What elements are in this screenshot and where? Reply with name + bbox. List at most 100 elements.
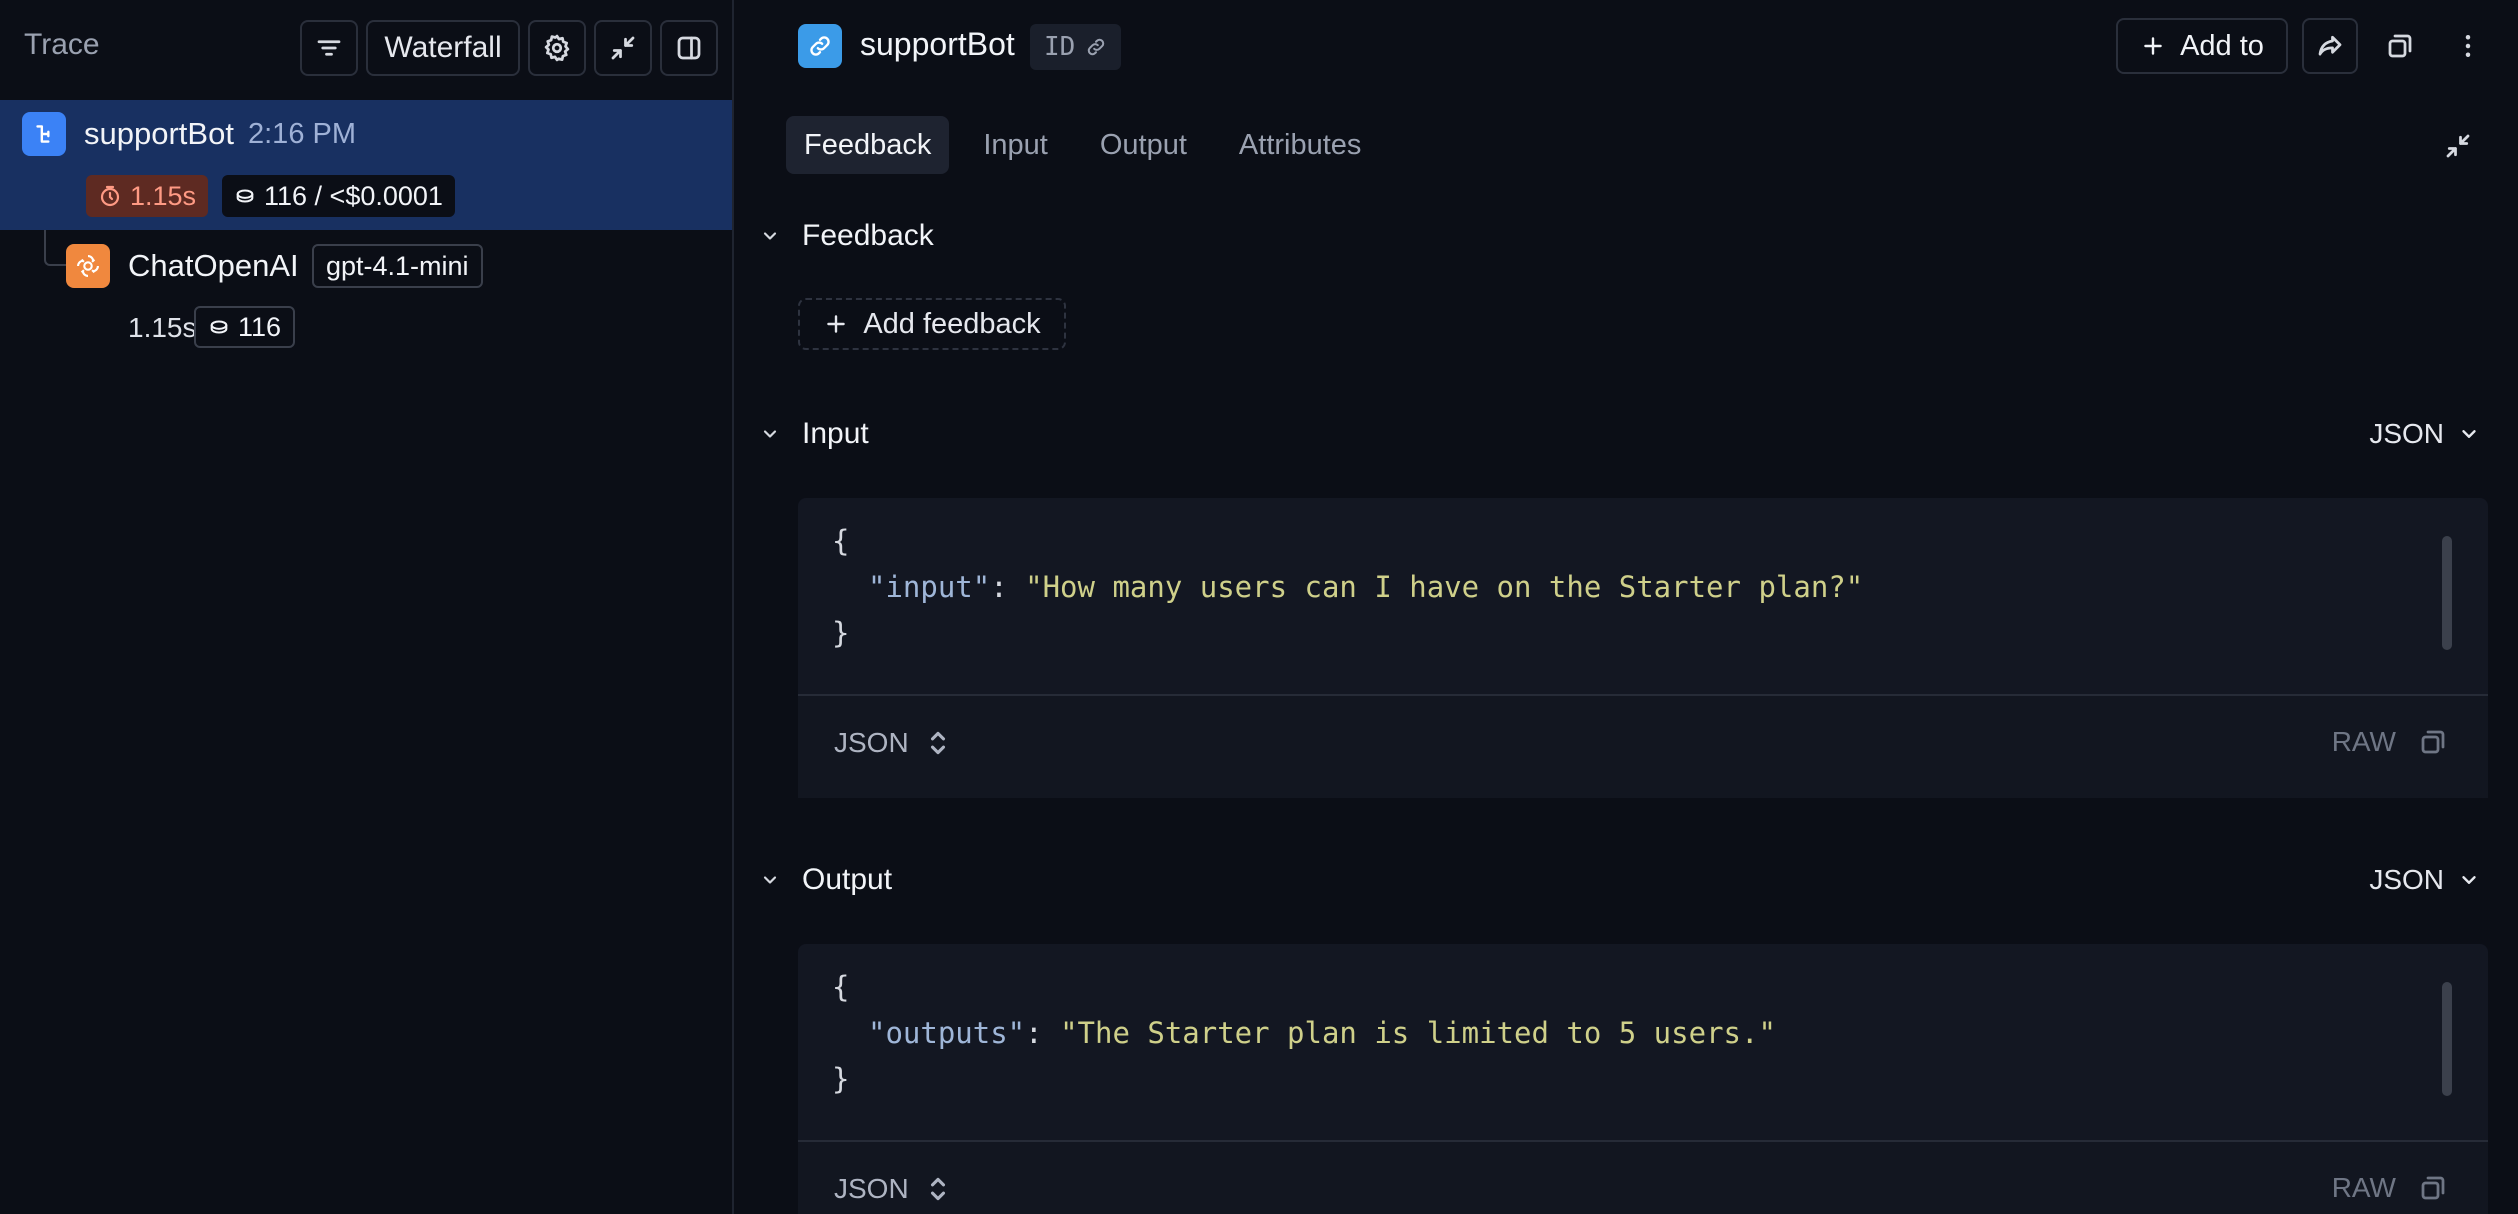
- chevron-down-icon: [2462, 876, 2476, 884]
- plus-icon: [2144, 37, 2162, 55]
- copy-button[interactable]: [2372, 18, 2428, 74]
- latency-value: 1.15s: [130, 180, 197, 211]
- tab-output[interactable]: Output: [1082, 116, 1205, 174]
- add-to-button[interactable]: Add to: [2116, 18, 2288, 74]
- model-badge: gpt-4.1-mini: [312, 244, 483, 288]
- chevron-down-icon: [763, 876, 777, 884]
- settings-button[interactable]: [528, 20, 586, 76]
- add-feedback-label: Add feedback: [863, 307, 1041, 340]
- detail-tabs: Feedback Input Output Attributes: [786, 116, 1395, 174]
- trace-row-supportbot[interactable]: supportBot 2:16 PM 1.15s 116 / <$0.0001: [0, 100, 732, 230]
- copy-id-button[interactable]: ID: [1030, 24, 1122, 70]
- json-key: "input": [868, 570, 991, 604]
- copy-icon[interactable]: [2418, 727, 2448, 757]
- run-name: ChatOpenAI: [128, 248, 299, 283]
- json-open-brace: {: [832, 524, 850, 558]
- run-name: supportBot: [84, 116, 234, 151]
- chevron-up-down-icon: [930, 731, 945, 755]
- chevron-down-icon: [2462, 430, 2476, 438]
- minimize-button[interactable]: [2430, 118, 2486, 174]
- input-section-label: Input: [802, 417, 869, 450]
- run-time: 2:16 PM: [248, 118, 356, 150]
- chevron-down-icon: [763, 430, 777, 438]
- output-format-toggle[interactable]: JSON: [834, 1172, 949, 1206]
- input-section-toggle[interactable]: Input: [760, 414, 869, 454]
- chain-icon: [22, 112, 66, 156]
- json-key: "outputs": [868, 1016, 1026, 1050]
- output-section-toggle[interactable]: Output: [760, 860, 892, 900]
- link-icon: [1088, 38, 1105, 56]
- id-label: ID: [1044, 32, 1076, 62]
- link-icon: [798, 24, 842, 68]
- tokens-cost-badge: 116 / <$0.0001: [222, 175, 455, 217]
- coin-icon: [210, 320, 228, 334]
- feedback-section-label: Feedback: [802, 219, 934, 252]
- output-raw-controls: RAW: [2332, 1172, 2448, 1204]
- output-section-label: Output: [802, 863, 893, 896]
- latency-badge: 1.15s: [86, 175, 209, 217]
- input-footer-format: JSON: [834, 727, 909, 758]
- filter-icon: [317, 40, 341, 56]
- copy-icon: [2388, 34, 2412, 58]
- add-to-label: Add to: [2180, 29, 2264, 62]
- json-line: "outputs": "The Starter plan is limited …: [832, 1010, 2488, 1056]
- coin-icon: [236, 189, 254, 203]
- chevron-up-down-icon: [930, 1177, 945, 1201]
- child-latency: 1.15s: [128, 312, 197, 343]
- input-format-toggle[interactable]: JSON: [834, 726, 949, 760]
- chevron-down-icon: [763, 232, 777, 240]
- openai-icon: [66, 244, 110, 288]
- json-value: "How many users can I have on the Starte…: [1025, 570, 1864, 604]
- json-close-brace: }: [832, 1062, 850, 1096]
- json-colon: :: [990, 570, 1026, 604]
- input-code-footer: JSON RAW: [798, 694, 2488, 798]
- scrollbar-thumb[interactable]: [2442, 982, 2452, 1096]
- output-format-value: JSON: [2369, 864, 2444, 895]
- output-format-select[interactable]: JSON: [2369, 860, 2480, 900]
- filter-button[interactable]: [300, 20, 358, 76]
- waterfall-label: Waterfall: [384, 31, 502, 64]
- json-close-brace: }: [832, 616, 850, 650]
- toggle-sidebar-button[interactable]: [660, 20, 718, 76]
- input-raw-button[interactable]: RAW: [2332, 726, 2396, 758]
- tab-input[interactable]: Input: [965, 116, 1066, 174]
- more-options-button[interactable]: [2440, 18, 2496, 74]
- json-value: "The Starter plan is limited to 5 users.…: [1060, 1016, 1776, 1050]
- trace-title: Trace: [24, 28, 100, 61]
- copy-icon[interactable]: [2418, 1173, 2448, 1203]
- scrollbar-thumb[interactable]: [2442, 536, 2452, 650]
- input-raw-controls: RAW: [2332, 726, 2448, 758]
- gear-icon: [544, 34, 570, 62]
- trace-header: Trace Waterfall: [0, 0, 732, 96]
- json-line: "input": "How many users can I have on t…: [832, 564, 2488, 610]
- run-detail-panel: supportBot ID Add to Feedback Input Outp…: [736, 0, 2518, 1214]
- collapse-button[interactable]: [594, 20, 652, 76]
- kebab-menu-icon: [2465, 35, 2471, 57]
- share-button[interactable]: [2302, 18, 2358, 74]
- waterfall-button[interactable]: Waterfall: [366, 20, 520, 76]
- feedback-section-toggle[interactable]: Feedback: [760, 216, 934, 256]
- tokens-cost-value: 116 / <$0.0001: [264, 180, 443, 211]
- json-colon: :: [1025, 1016, 1061, 1050]
- add-feedback-button[interactable]: Add feedback: [798, 298, 1066, 350]
- tab-feedback[interactable]: Feedback: [786, 116, 950, 174]
- collapse-arrows-icon: [2446, 134, 2470, 158]
- plus-icon: [827, 315, 846, 333]
- tab-attributes[interactable]: Attributes: [1221, 116, 1380, 174]
- tree-connector: [44, 230, 66, 266]
- model-name: gpt-4.1-mini: [326, 250, 469, 281]
- output-code-footer: JSON RAW: [798, 1140, 2488, 1214]
- input-code-block[interactable]: { "input": "How many users can I have on…: [798, 498, 2488, 694]
- child-tokens-badge: 116: [194, 306, 296, 348]
- input-format-value: JSON: [2369, 418, 2444, 449]
- trace-panel: Trace Waterfall supportBot 2:16 PM 1.15s…: [0, 0, 734, 1214]
- sidebar-icon: [677, 36, 701, 60]
- share-icon: [2318, 35, 2342, 56]
- output-raw-button[interactable]: RAW: [2332, 1172, 2396, 1204]
- collapse-arrows-icon: [611, 36, 635, 60]
- json-open-brace: {: [832, 970, 850, 1004]
- child-tokens-value: 116: [238, 311, 282, 342]
- output-footer-format: JSON: [834, 1173, 909, 1204]
- output-code-block[interactable]: { "outputs": "The Starter plan is limite…: [798, 944, 2488, 1140]
- input-format-select[interactable]: JSON: [2369, 414, 2480, 454]
